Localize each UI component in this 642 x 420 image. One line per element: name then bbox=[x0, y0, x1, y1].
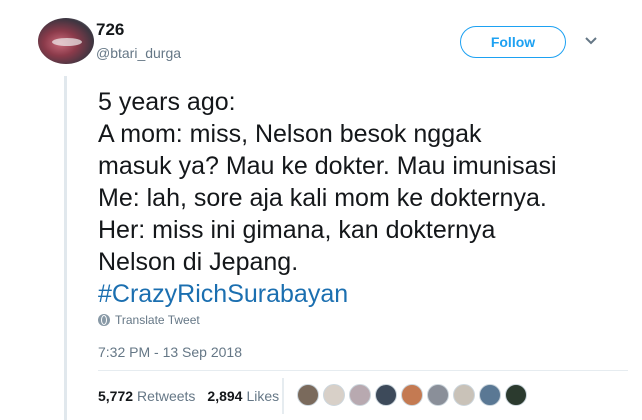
retweets-label: Retweets bbox=[137, 388, 196, 404]
divider bbox=[98, 370, 628, 371]
likes-stat[interactable]: 2,894 Likes bbox=[207, 388, 279, 404]
liker-avatar[interactable] bbox=[427, 384, 449, 406]
retweets-count: 5,772 bbox=[98, 388, 134, 404]
tweet-body: 5 years ago: A mom: miss, Nelson besok n… bbox=[98, 88, 557, 276]
tweet-stats: 5,772 Retweets 2,894 Likes bbox=[98, 388, 279, 404]
chevron-down-icon[interactable] bbox=[584, 36, 598, 46]
stats-separator bbox=[282, 378, 284, 414]
translate-tweet[interactable]: Translate Tweet bbox=[98, 313, 200, 327]
liker-avatar[interactable] bbox=[323, 384, 345, 406]
liker-avatar[interactable] bbox=[401, 384, 423, 406]
tweet-text: 5 years ago: A mom: miss, Nelson besok n… bbox=[98, 86, 628, 310]
liker-avatar[interactable] bbox=[349, 384, 371, 406]
liker-avatar[interactable] bbox=[505, 384, 527, 406]
display-name[interactable]: 726 bbox=[96, 20, 124, 40]
retweets-stat[interactable]: 5,772 Retweets bbox=[98, 388, 195, 404]
liker-avatar[interactable] bbox=[453, 384, 475, 406]
liker-avatar[interactable] bbox=[375, 384, 397, 406]
follow-button[interactable]: Follow bbox=[460, 26, 566, 58]
user-handle[interactable]: @btari_durga bbox=[96, 45, 181, 61]
likes-count: 2,894 bbox=[207, 388, 243, 404]
tweet-timestamp[interactable]: 7:32 PM - 13 Sep 2018 bbox=[98, 344, 242, 360]
translate-label[interactable]: Translate Tweet bbox=[115, 313, 200, 327]
likes-label: Likes bbox=[246, 388, 280, 404]
user-avatar[interactable] bbox=[38, 18, 94, 64]
liker-avatars bbox=[297, 384, 527, 406]
thread-rule bbox=[64, 76, 67, 420]
hashtag-link[interactable]: #CrazyRichSurabayan bbox=[98, 280, 348, 308]
globe-icon bbox=[98, 314, 110, 326]
liker-avatar[interactable] bbox=[297, 384, 319, 406]
liker-avatar[interactable] bbox=[479, 384, 501, 406]
